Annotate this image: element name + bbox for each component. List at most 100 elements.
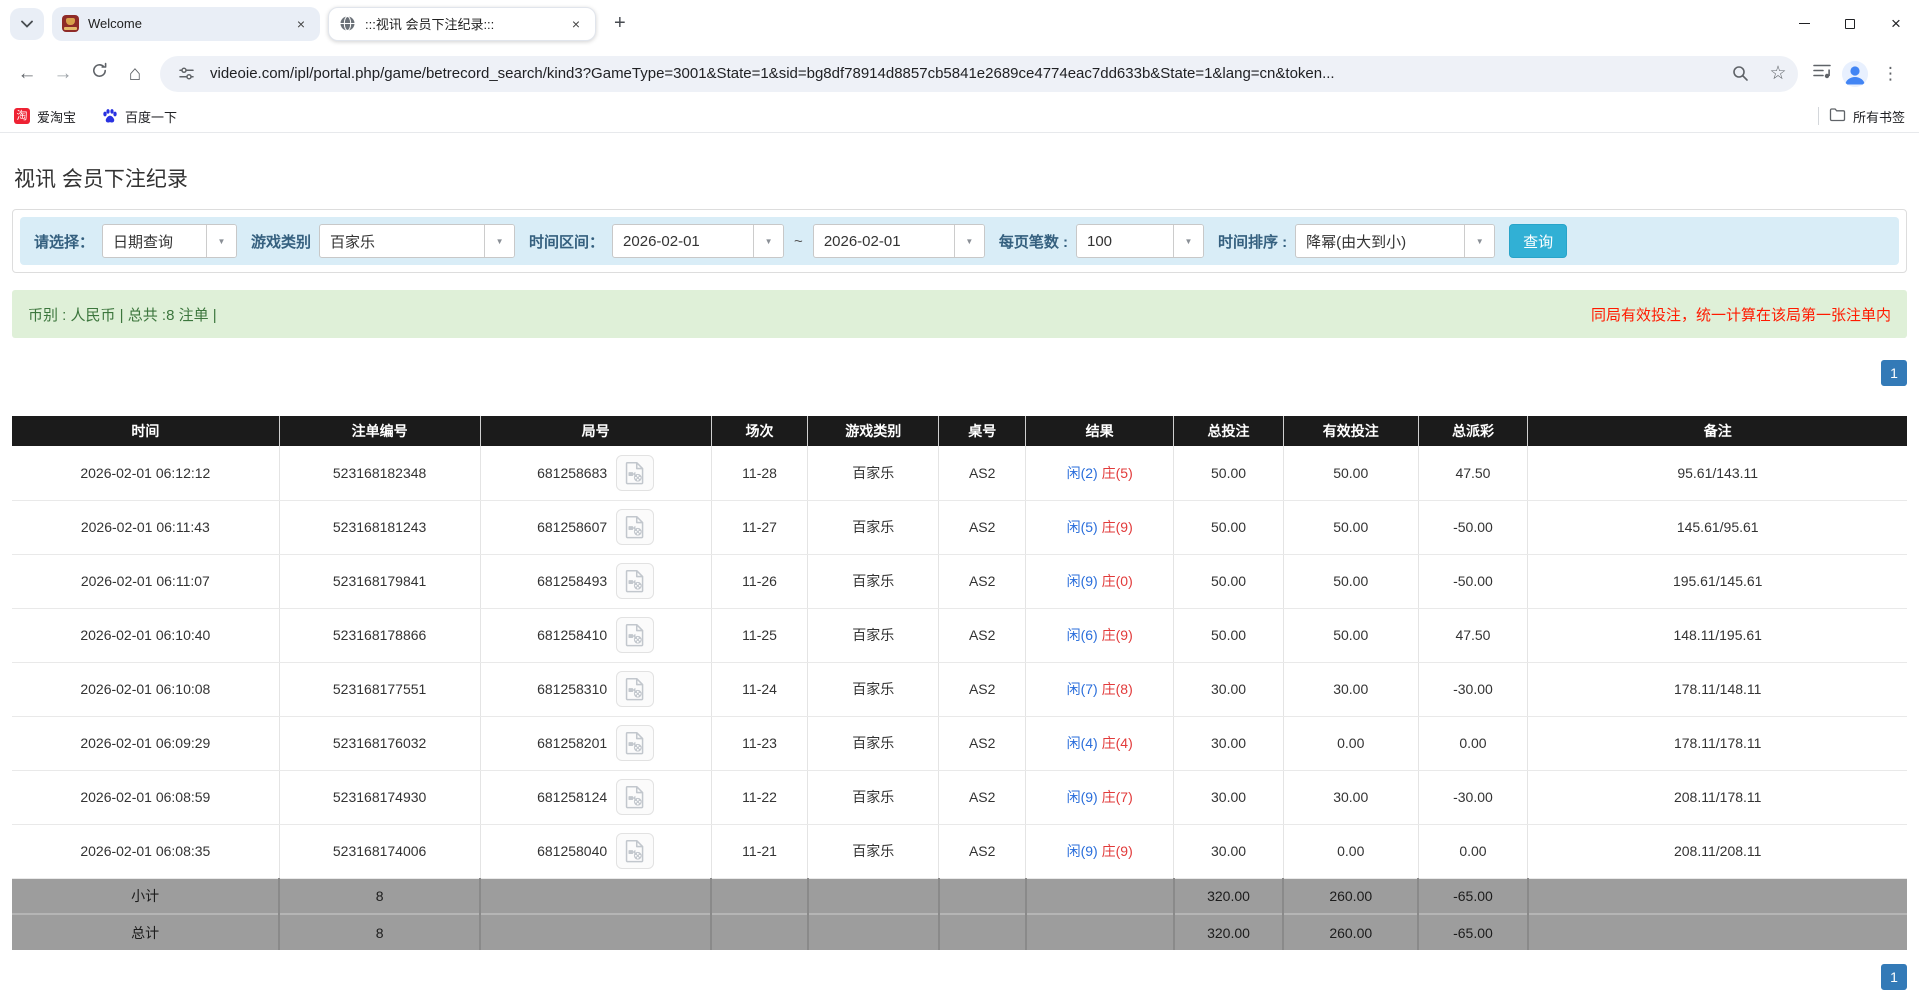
date-from-value[interactable]: 2026-02-01 [613,225,753,257]
window-close-button[interactable]: × [1873,0,1919,47]
cell-session: 11-22 [711,770,808,824]
game-type-select[interactable]: 百家乐 ▼ [319,224,515,258]
site-info-icon[interactable] [172,60,200,88]
cell-total-bet[interactable]: 30.00 [1174,824,1284,878]
cell-game-type: 百家乐 [808,446,939,500]
pagination-bottom: 1 [12,964,1907,990]
cell-payout: 0.00 [1418,824,1528,878]
cell-table: AS2 [939,554,1026,608]
video-replay-button[interactable] [616,617,654,653]
new-tab-button[interactable]: + [604,12,636,35]
dropdown-arrow-icon[interactable]: ▼ [206,225,236,257]
back-button[interactable]: ← [10,57,44,91]
table-row: 2026-02-01 06:08:59523168174930681258124… [12,770,1907,824]
cell-total-bet[interactable]: 30.00 [1174,662,1284,716]
cell-valid-bet: 50.00 [1283,554,1418,608]
video-replay-button[interactable] [616,671,654,707]
round-number: 681258410 [537,627,607,643]
reload-button[interactable] [82,57,116,91]
home-button[interactable]: ⌂ [118,57,152,91]
table-row: 2026-02-01 06:12:12523168182348681258683… [12,446,1907,500]
dropdown-arrow-icon[interactable]: ▼ [753,225,783,257]
time-sort-value: 降幂(由大到小) [1296,225,1464,257]
page-number-button[interactable]: 1 [1881,360,1907,386]
window-minimize-button[interactable] [1781,0,1827,47]
table-header: 时间 注单编号 局号 场次 游戏类别 桌号 结果 总投注 有效投注 总派彩 备注 [12,416,1907,446]
cell-remark: 148.11/195.61 [1528,608,1907,662]
cell-payout: -50.00 [1418,554,1528,608]
address-bar[interactable]: videoie.com/ipl/portal.php/game/betrecor… [160,56,1798,92]
dropdown-arrow-icon[interactable]: ▼ [954,225,984,257]
cell-time: 2026-02-01 06:11:43 [12,500,279,554]
result-player: 闲(9) [1067,573,1098,589]
close-icon[interactable]: × [292,15,310,33]
cell-total-bet[interactable]: 50.00 [1174,554,1284,608]
zoom-magnifier-icon[interactable] [1726,60,1754,88]
per-page-label: 每页笔数 : [999,231,1068,252]
cell-payout: 47.50 [1418,608,1528,662]
video-replay-button[interactable] [616,563,654,599]
per-page-input[interactable]: 100 ▼ [1076,224,1204,258]
cell-bet-id: 523168176032 [279,716,480,770]
cell-table: AS2 [939,608,1026,662]
cell-time: 2026-02-01 06:11:07 [12,554,279,608]
cell-total-bet[interactable]: 50.00 [1174,608,1284,662]
menu-kebab-icon[interactable]: ⋮ [1878,64,1903,84]
video-replay-button[interactable] [616,455,654,491]
per-page-value[interactable]: 100 [1077,225,1173,257]
bookmark-star-icon[interactable]: ☆ [1764,60,1792,88]
media-controls-icon[interactable] [1812,62,1832,85]
result-player: 闲(9) [1067,843,1098,859]
profile-avatar[interactable] [1842,61,1868,87]
video-replay-button[interactable] [616,833,654,869]
pagination-top: 1 [12,360,1907,386]
cell-session: 11-25 [711,608,808,662]
cell-session: 11-23 [711,716,808,770]
dropdown-arrow-icon[interactable]: ▼ [1464,225,1494,257]
close-icon[interactable]: × [567,15,585,33]
date-to-input[interactable]: 2026-02-01 ▼ [813,224,985,258]
video-replay-button[interactable] [616,779,654,815]
cell-total-bet[interactable]: 30.00 [1174,770,1284,824]
cell-total-bet[interactable]: 30.00 [1174,716,1284,770]
video-replay-button[interactable] [616,725,654,761]
cell-remark: 208.11/208.11 [1528,824,1907,878]
cell-total-bet[interactable]: 50.00 [1174,446,1284,500]
total-count: 8 [279,914,480,950]
date-range-label: 时间区间： [529,231,604,252]
video-file-icon [622,730,648,756]
query-type-select[interactable]: 日期查询 ▼ [102,224,237,258]
date-from-input[interactable]: 2026-02-01 ▼ [612,224,784,258]
cell-session: 11-26 [711,554,808,608]
tab-bet-record[interactable]: :::视讯 会员下注纪录::: × [328,7,596,41]
tab-welcome[interactable]: Welcome × [52,7,320,41]
cell-table: AS2 [939,716,1026,770]
cell-game-type: 百家乐 [808,608,939,662]
tab-search-button[interactable] [10,8,44,40]
cell-game-type: 百家乐 [808,500,939,554]
video-replay-button[interactable] [616,509,654,545]
table-body: 2026-02-01 06:12:12523168182348681258683… [12,446,1907,878]
cell-bet-id: 523168179841 [279,554,480,608]
page-number-button[interactable]: 1 [1881,964,1907,990]
date-to-value[interactable]: 2026-02-01 [814,225,954,257]
bookmark-baidu[interactable]: 百度一下 [102,107,177,126]
cell-bet-id: 523168177551 [279,662,480,716]
globe-icon [339,15,356,32]
dropdown-arrow-icon[interactable]: ▼ [1173,225,1203,257]
all-bookmarks-button[interactable]: 所有书签 [1829,107,1905,126]
query-button[interactable]: 查询 [1509,224,1567,258]
dropdown-arrow-icon[interactable]: ▼ [484,225,514,257]
window-maximize-button[interactable] [1827,0,1873,47]
result-banker: 庄(4) [1102,735,1133,751]
table-row: 2026-02-01 06:08:35523168174006681258040… [12,824,1907,878]
bookmarks-divider [1818,107,1819,125]
time-sort-select[interactable]: 降幂(由大到小) ▼ [1295,224,1495,258]
cell-result: 闲(9) 庄(7) [1026,770,1174,824]
cell-total-bet[interactable]: 50.00 [1174,500,1284,554]
cell-bet-id: 523168182348 [279,446,480,500]
cell-payout: -30.00 [1418,662,1528,716]
bookmark-aitaobao[interactable]: 淘 爱淘宝 [14,107,76,126]
forward-button[interactable]: → [46,57,80,91]
url-text[interactable]: videoie.com/ipl/portal.php/game/betrecor… [210,65,1716,82]
